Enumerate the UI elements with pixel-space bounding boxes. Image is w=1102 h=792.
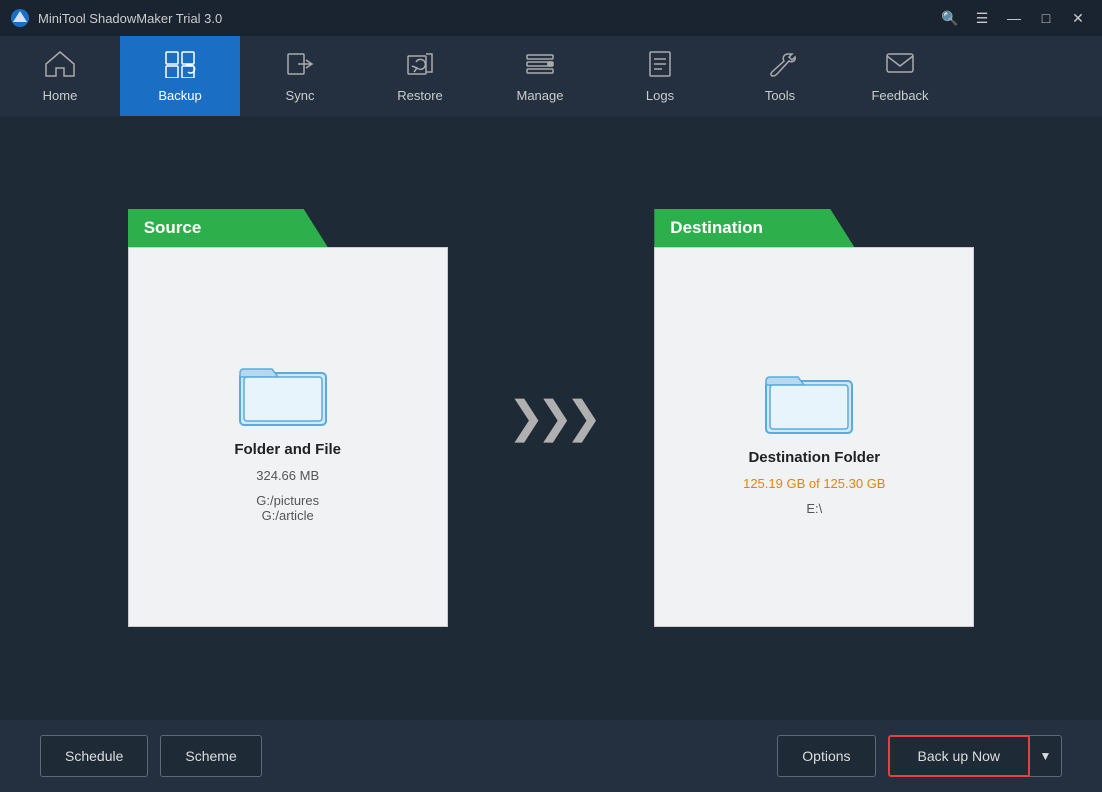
backup-icon <box>164 50 196 82</box>
main-content: Source Folder and File 324.66 MB G:/pict… <box>0 116 1102 720</box>
destination-card-body[interactable]: Destination Folder 125.19 GB of 125.30 G… <box>654 247 974 627</box>
source-card-title: Folder and File <box>234 441 341 458</box>
bottom-bar: Schedule Scheme Options Back up Now ▼ <box>0 720 1102 792</box>
title-bar: MiniTool ShadowMaker Trial 3.0 🔍 ☰ — □ ✕ <box>0 0 1102 36</box>
source-path-2: G:/article <box>256 508 319 523</box>
schedule-button[interactable]: Schedule <box>40 735 148 777</box>
scheme-button[interactable]: Scheme <box>160 735 261 777</box>
destination-card-drive: E:\ <box>806 501 822 516</box>
sync-icon <box>284 50 316 82</box>
nav-logs-label: Logs <box>646 88 674 103</box>
nav-feedback[interactable]: Feedback <box>840 36 960 116</box>
close-button[interactable]: ✕ <box>1064 7 1092 29</box>
tools-icon <box>764 50 796 82</box>
feedback-icon <box>884 50 916 82</box>
nav-restore-label: Restore <box>397 88 443 103</box>
backup-dropdown-button[interactable]: ▼ <box>1030 735 1062 777</box>
backup-now-button[interactable]: Back up Now <box>888 735 1030 777</box>
minimize-button[interactable]: — <box>1000 7 1028 29</box>
nav-home-label: Home <box>43 88 78 103</box>
nav-manage-label: Manage <box>517 88 564 103</box>
nav-sync-label: Sync <box>286 88 315 103</box>
bottom-right-buttons: Options Back up Now ▼ <box>777 735 1062 777</box>
destination-card-header: Destination <box>654 209 974 247</box>
nav-logs[interactable]: Logs <box>600 36 720 116</box>
source-path-1: G:/pictures <box>256 493 319 508</box>
manage-icon <box>524 50 556 82</box>
source-card-body[interactable]: Folder and File 324.66 MB G:/pictures G:… <box>128 247 448 627</box>
nav-backup-label: Backup <box>158 88 201 103</box>
nav-bar: Home Backup Sync <box>0 36 1102 116</box>
title-bar-left: MiniTool ShadowMaker Trial 3.0 <box>10 8 222 28</box>
source-card-header: Source <box>128 209 448 247</box>
source-header-label: Source <box>144 218 202 238</box>
search-button[interactable]: 🔍 <box>936 7 964 29</box>
dropdown-arrow-icon: ▼ <box>1040 749 1052 763</box>
menu-button[interactable]: ☰ <box>968 7 996 29</box>
source-card-paths: G:/pictures G:/article <box>256 493 319 523</box>
nav-tools-label: Tools <box>765 88 795 103</box>
destination-header-label: Destination <box>670 218 763 238</box>
nav-sync[interactable]: Sync <box>240 36 360 116</box>
destination-folder-icon <box>764 359 864 439</box>
bottom-left-buttons: Schedule Scheme <box>40 735 262 777</box>
nav-manage[interactable]: Manage <box>480 36 600 116</box>
options-button[interactable]: Options <box>777 735 875 777</box>
nav-backup[interactable]: Backup <box>120 36 240 116</box>
arrow-container: ❯❯❯ <box>508 396 595 440</box>
destination-card-title: Destination Folder <box>748 449 880 466</box>
home-icon <box>44 50 76 82</box>
nav-restore[interactable]: Restore <box>360 36 480 116</box>
nav-feedback-label: Feedback <box>871 88 928 103</box>
logs-icon <box>644 50 676 82</box>
restore-icon <box>404 50 436 82</box>
nav-home[interactable]: Home <box>0 36 120 116</box>
title-controls: 🔍 ☰ — □ ✕ <box>936 7 1092 29</box>
destination-card-container: Destination Destination Folder 125.19 GB… <box>654 209 974 627</box>
source-card-container: Source Folder and File 324.66 MB G:/pict… <box>128 209 448 627</box>
destination-card-space: 125.19 GB of 125.30 GB <box>743 476 885 491</box>
app-logo-icon <box>10 8 30 28</box>
forward-arrow-icon: ❯❯❯ <box>508 396 595 440</box>
nav-tools[interactable]: Tools <box>720 36 840 116</box>
maximize-button[interactable]: □ <box>1032 7 1060 29</box>
source-card-size: 324.66 MB <box>256 468 319 483</box>
source-folder-icon <box>238 351 338 431</box>
app-title: MiniTool ShadowMaker Trial 3.0 <box>38 11 222 26</box>
